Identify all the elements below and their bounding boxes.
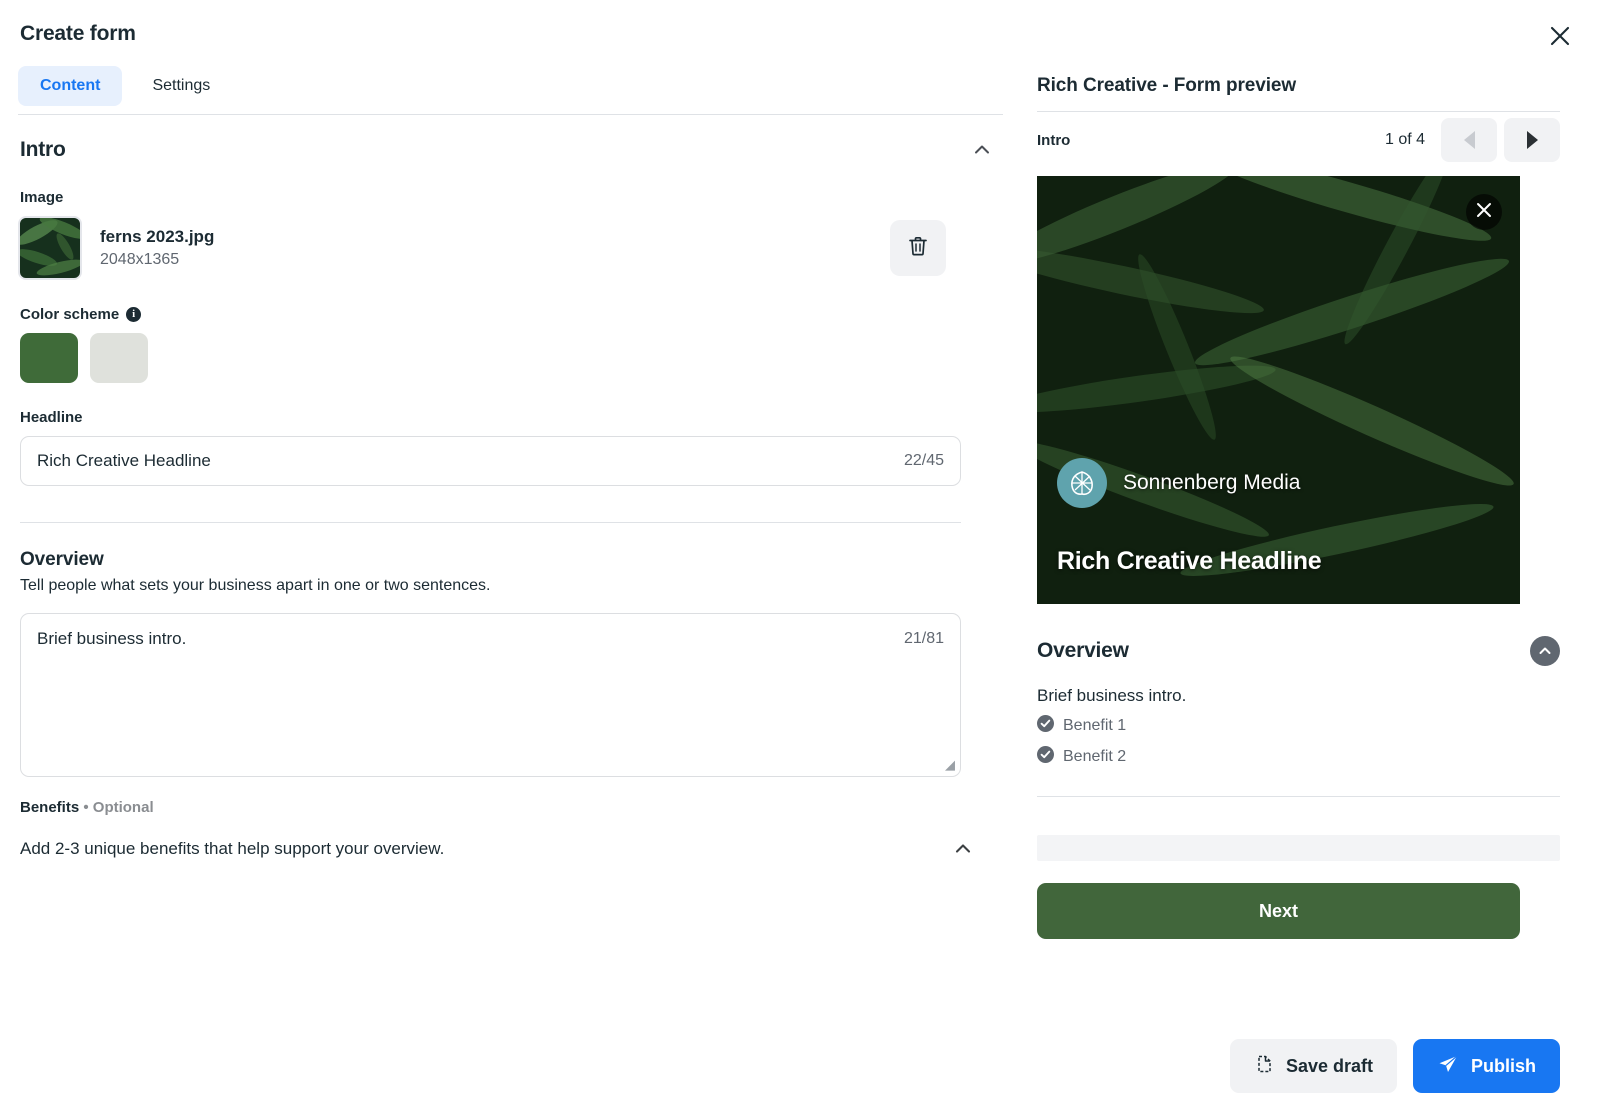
preview-next-button[interactable]	[1504, 118, 1560, 162]
preview-benefit-item: Benefit 1	[1037, 715, 1560, 737]
preview-nav-row: Intro 1 of 4	[1037, 112, 1560, 168]
chevron-up-circle-icon[interactable]	[1530, 636, 1560, 666]
page-title: Create form	[18, 0, 981, 46]
publish-label: Publish	[1471, 1056, 1536, 1077]
preview-next-cta-button[interactable]: Next	[1037, 883, 1520, 939]
intro-section-header: Intro	[18, 115, 1003, 177]
headline-label: Headline	[20, 409, 981, 426]
save-draft-label: Save draft	[1286, 1056, 1373, 1077]
paper-plane-icon	[1437, 1053, 1459, 1080]
create-form-dialog: Create form Content Settings Intro Image	[0, 0, 1600, 1118]
preview-bottom-divider	[1037, 796, 1560, 797]
resize-grip-icon[interactable]: ◢	[945, 757, 955, 773]
benefits-chevron-up-icon[interactable]	[946, 832, 980, 866]
overview-character-counter: 21/81	[904, 630, 944, 648]
preview-brand-name: Sonnenberg Media	[1123, 471, 1300, 495]
benefits-label: Benefits • Optional	[20, 799, 981, 816]
tab-settings[interactable]: Settings	[130, 66, 232, 106]
preview-title: Rich Creative - Form preview	[1037, 0, 1560, 97]
color-scheme-label: Color scheme i	[20, 306, 981, 323]
close-icon	[1548, 24, 1572, 48]
headline-input[interactable]	[21, 437, 960, 485]
delete-image-button[interactable]	[890, 220, 946, 276]
headline-field-wrapper: 22/45	[20, 436, 961, 486]
preview-overview-text: Brief business intro.	[1037, 686, 1560, 706]
dialog-footer: Save draft Publish	[1230, 1039, 1560, 1093]
overview-textarea[interactable]	[21, 614, 960, 776]
check-circle-icon	[1037, 715, 1054, 737]
color-swatch-light[interactable]	[90, 333, 148, 383]
preview-overview-header: Overview	[1037, 636, 1560, 666]
chevron-left-icon	[1464, 131, 1475, 149]
info-icon[interactable]: i	[126, 307, 141, 322]
form-editor-panel: Create form Content Settings Intro Image	[0, 0, 1003, 1118]
intro-section-title: Intro	[20, 138, 66, 162]
preview-benefit-item: Benefit 2	[1037, 746, 1560, 768]
benefits-description: Add 2-3 unique benefits that help suppor…	[20, 839, 444, 859]
image-dimensions: 2048x1365	[100, 251, 890, 269]
preview-step-count: 1 of 4	[1385, 131, 1425, 149]
image-label: Image	[20, 189, 981, 206]
sonnenberg-leaf-logo-icon	[1057, 458, 1107, 508]
overview-title: Overview	[20, 549, 981, 571]
chevron-up-icon[interactable]	[965, 133, 999, 167]
color-scheme-swatches	[20, 333, 981, 383]
image-file-name: ferns 2023.jpg	[100, 227, 890, 247]
color-swatch-green[interactable]	[20, 333, 78, 383]
image-upload-row: ferns 2023.jpg 2048x1365	[18, 216, 978, 280]
preview-hero-headline: Rich Creative Headline	[1057, 547, 1321, 576]
tab-content[interactable]: Content	[18, 66, 122, 106]
preview-prev-button[interactable]	[1441, 118, 1497, 162]
form-preview-panel: Rich Creative - Form preview Intro 1 of …	[1003, 0, 1600, 1118]
section-divider	[20, 522, 961, 523]
benefits-row: Add 2-3 unique benefits that help suppor…	[20, 832, 980, 866]
preview-benefit-label: Benefit 2	[1063, 748, 1126, 766]
publish-button[interactable]: Publish	[1413, 1039, 1560, 1093]
preview-overview-title: Overview	[1037, 639, 1129, 663]
trash-icon	[906, 234, 930, 263]
save-draft-button[interactable]: Save draft	[1230, 1039, 1397, 1093]
preview-benefit-label: Benefit 1	[1063, 717, 1126, 735]
tab-bar: Content Settings	[18, 66, 981, 106]
preview-hero-close-button[interactable]	[1466, 194, 1502, 230]
preview-brand-row: Sonnenberg Media	[1057, 458, 1300, 508]
chevron-right-icon	[1527, 131, 1538, 149]
check-circle-icon	[1037, 746, 1054, 768]
preview-scroll-fade	[1037, 835, 1560, 861]
overview-description: Tell people what sets your business apar…	[20, 577, 981, 595]
image-thumbnail[interactable]	[18, 216, 82, 280]
close-icon	[1475, 201, 1493, 224]
image-file-meta: ferns 2023.jpg 2048x1365	[100, 227, 890, 269]
benefits-optional-tag: • Optional	[83, 799, 153, 816]
preview-step-label: Intro	[1037, 132, 1385, 149]
document-icon	[1254, 1054, 1274, 1079]
preview-hero-image: Sonnenberg Media Rich Creative Headline	[1037, 176, 1520, 604]
close-dialog-button[interactable]	[1540, 16, 1580, 56]
overview-field-wrapper: 21/81 ◢	[20, 613, 961, 777]
